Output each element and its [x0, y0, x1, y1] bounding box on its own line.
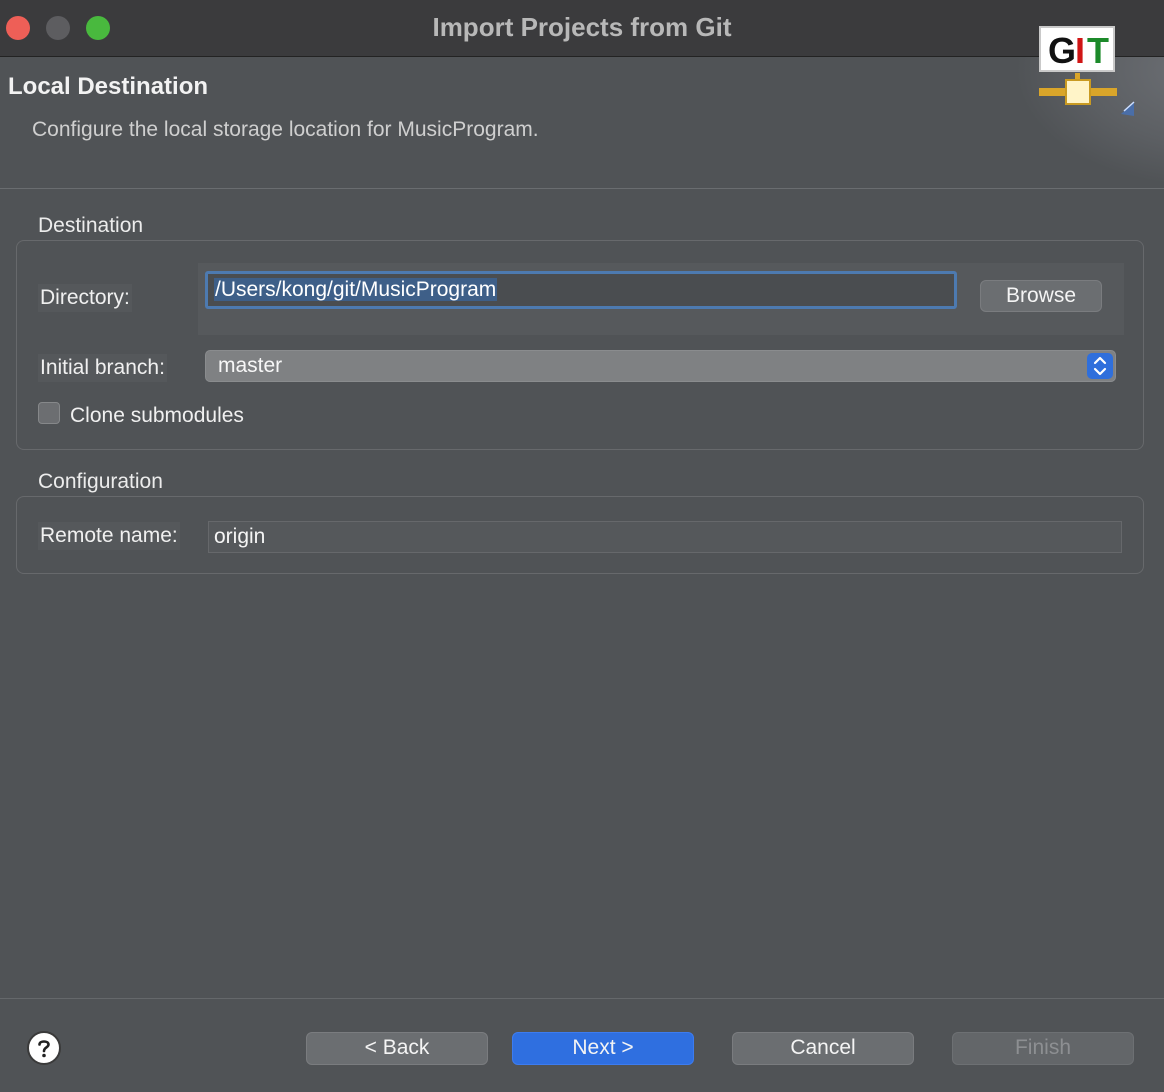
directory-label: Directory:: [38, 284, 132, 312]
page-title: Local Destination: [8, 73, 209, 100]
next-button[interactable]: Next >: [512, 1032, 694, 1065]
clone-submodules-checkbox[interactable]: [38, 402, 60, 424]
finish-button[interactable]: Finish: [952, 1032, 1134, 1065]
initial-branch-label: Initial branch:: [38, 354, 167, 382]
svg-text:I: I: [1075, 30, 1085, 71]
remote-name-input[interactable]: origin: [208, 521, 1122, 553]
directory-value: /Users/kong/git/MusicProgram: [214, 278, 498, 301]
page-description: Configure the local storage location for…: [32, 118, 539, 141]
title-bar: Import Projects from Git: [0, 0, 1164, 57]
svg-text:T: T: [1087, 30, 1109, 71]
clone-submodules-label: Clone submodules: [70, 404, 244, 427]
destination-group-label: Destination: [38, 214, 144, 237]
remote-name-label: Remote name:: [38, 522, 180, 550]
back-button[interactable]: < Back: [306, 1032, 488, 1065]
svg-text:G: G: [1048, 30, 1076, 71]
initial-branch-select[interactable]: master: [205, 350, 1116, 382]
window-title: Import Projects from Git: [432, 12, 732, 42]
configuration-group-label: Configuration: [38, 470, 163, 493]
help-button[interactable]: [27, 1031, 61, 1065]
directory-input[interactable]: /Users/kong/git/MusicProgram: [205, 271, 957, 309]
import-git-dialog: Import Projects from Git Local Destinati…: [0, 0, 1164, 1092]
wizard-banner: Local Destination Configure the local st…: [0, 57, 1164, 189]
initial-branch-value: master: [218, 354, 283, 377]
git-logo-icon: G I T: [1039, 26, 1135, 116]
question-mark-icon: [38, 1040, 50, 1058]
cancel-button[interactable]: Cancel: [732, 1032, 914, 1065]
footer-divider: [0, 998, 1164, 999]
chevron-up-down-icon: [1087, 353, 1113, 379]
browse-button[interactable]: Browse: [980, 280, 1102, 312]
